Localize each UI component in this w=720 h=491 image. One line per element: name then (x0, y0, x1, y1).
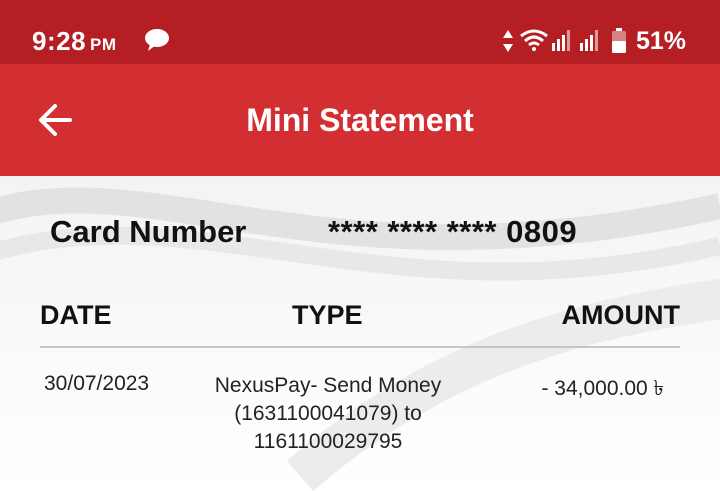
data-arrows-icon (503, 30, 513, 52)
card-number-label: Card Number (50, 214, 247, 249)
app-bar: Mini Statement (0, 64, 720, 176)
chat-icon (145, 29, 169, 51)
page-title: Mini Statement (246, 102, 474, 138)
battery-icon (612, 28, 626, 53)
status-bar: 9:28 PM 51% (0, 0, 720, 64)
status-time: 9:28 PM (32, 26, 117, 56)
table-divider (40, 346, 680, 348)
signal-icon (552, 30, 570, 51)
wifi-icon (520, 29, 548, 51)
row-type-line: NexusPay- Send Money (214, 374, 442, 397)
signal-icon (580, 30, 598, 51)
row-type-line: 1161100029795 (253, 430, 403, 453)
row-type: NexusPay- Send Money (1631100041079) to … (188, 372, 468, 456)
battery-percent: 51% (636, 27, 687, 55)
column-header-amount: AMOUNT (561, 300, 680, 330)
column-header-date: DATE (40, 300, 112, 330)
statement-content: Card Number **** **** **** 0809 DATE TYP… (0, 176, 720, 491)
row-date: 30/07/2023 (44, 372, 150, 395)
status-ampm: PM (90, 35, 117, 54)
row-type-line: (1631100041079) to (234, 402, 422, 425)
card-number-value: **** **** **** 0809 (328, 214, 578, 249)
row-amount: - 34,000.00 ৳ (541, 377, 664, 400)
column-header-type: TYPE (292, 300, 363, 330)
